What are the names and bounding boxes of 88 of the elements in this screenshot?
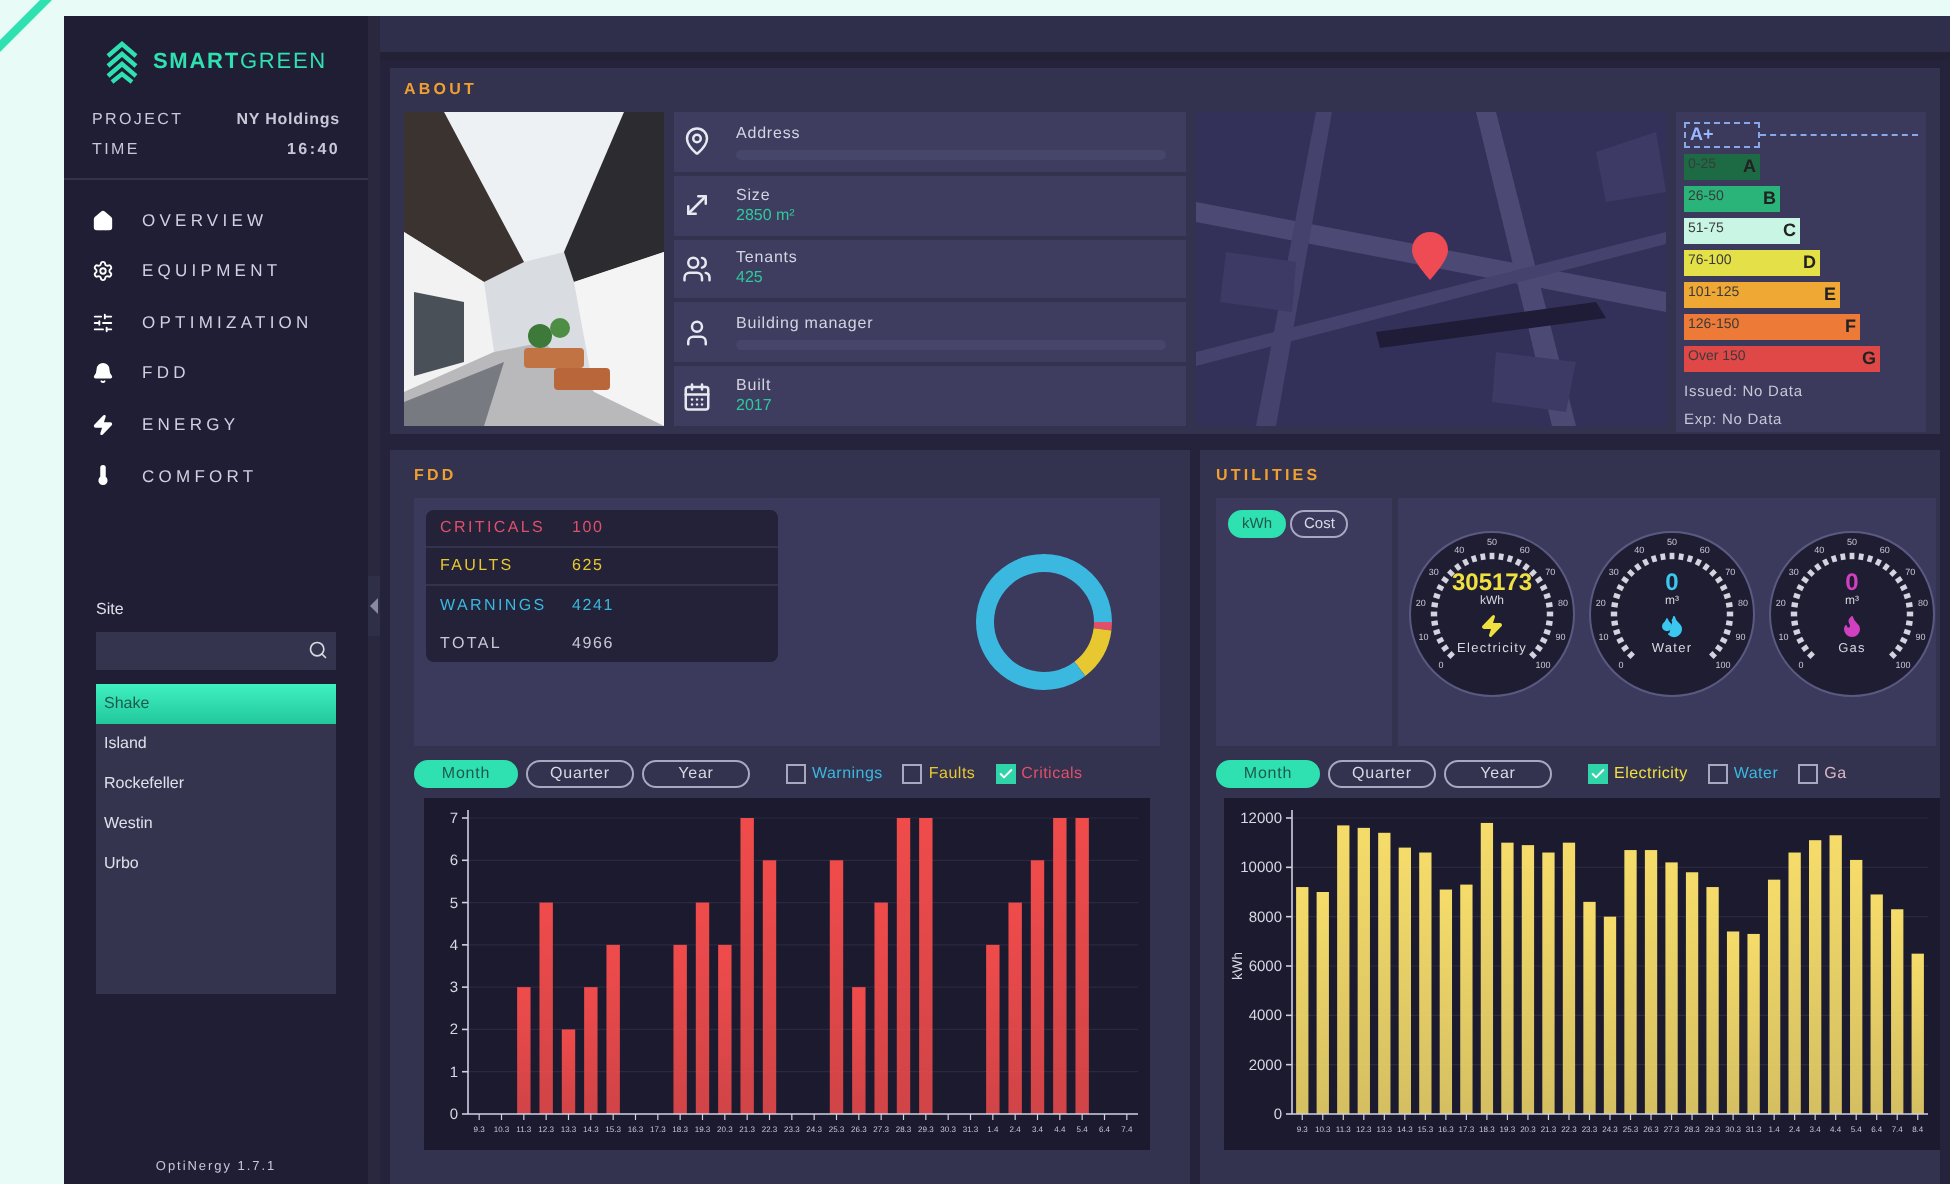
band-grade: G [1861,345,1876,372]
checkbox[interactable] [902,764,923,784]
site-item[interactable]: Island [96,723,336,764]
stat-label: CRITICALS [440,516,548,540]
site-item[interactable]: Westin [96,803,336,844]
search-icon [308,640,328,661]
stat-label: TOTAL [440,631,505,655]
collapse-handle[interactable] [368,576,380,636]
band-grade: A [1743,153,1756,180]
info-value: 425 [736,268,765,289]
nav-item[interactable]: FDD [92,357,340,390]
bar [517,987,531,1114]
checkbox-label[interactable]: Faults [928,762,976,786]
lightning-icon [1480,614,1504,638]
flame-icon [1840,614,1864,638]
home-icon [92,209,114,231]
band-grade: D [1803,249,1816,276]
info-label: Size [736,185,773,206]
info-label: Building manager [736,314,876,335]
site-label: Site [96,597,126,622]
section-title: ABOUT [404,78,479,102]
stat-value: 100 [572,516,604,540]
checkbox-label[interactable]: Electricity [1614,762,1688,786]
location-pin-icon [682,126,712,157]
calendar-icon [682,381,712,412]
period-tab[interactable]: Quarter [526,760,634,788]
checkbox-label[interactable]: Water [1733,762,1779,786]
bar [561,1029,576,1114]
time-label: TIME [92,138,142,162]
nav-item[interactable]: COMFORT [92,459,340,492]
section-title: FDD [414,464,459,488]
nav-item[interactable]: ENERGY [92,408,340,441]
sliders-icon [92,311,114,334]
logo-text: SMARTGREEN [152,47,328,78]
period-tab[interactable]: Month [1216,760,1320,788]
diagonal-arrows-icon [682,190,712,221]
person-icon [682,317,712,348]
bar [852,987,866,1114]
current-grade: A+ [1684,122,1760,148]
site-search-field[interactable] [96,631,336,670]
stat-value: 4966 [572,631,614,655]
people-icon [682,253,712,284]
info-label: Tenants [736,248,800,269]
stat-label: WARNINGS [440,593,549,617]
check-icon [997,766,1014,782]
checkbox[interactable] [1798,764,1819,784]
logo-icon [104,40,141,84]
site-item[interactable]: Rockefeller [96,763,336,804]
site-item[interactable]: Urbo [96,843,336,884]
info-label: Address [736,123,803,144]
time-value: 16:40 [285,138,340,162]
band-grade: F [1845,313,1856,340]
gauge-value: 305173 [1451,570,1533,596]
site-item[interactable]: Shake [96,683,336,724]
lightning-icon [92,413,114,436]
project-value: NY Holdings [234,108,340,132]
checkbox[interactable] [1588,764,1608,784]
section-title: UTILITIES [1216,464,1323,488]
info-value: 2850 m² [736,205,797,226]
stat-label: FAULTS [440,554,516,578]
info-label: Built [736,376,774,397]
bar [584,987,598,1114]
bell-icon [92,362,114,385]
nav-item[interactable]: EQUIPMENT [92,255,340,288]
checkbox[interactable] [786,764,806,784]
gauge-value: 0 [1665,570,1679,596]
checkbox[interactable] [1707,764,1728,784]
droplets-icon [1660,614,1684,638]
info-value: 2017 [736,396,774,417]
stat-value: 625 [572,554,604,578]
band-grade: B [1763,185,1776,212]
period-tab[interactable]: Quarter [1328,760,1436,788]
gear-icon [92,260,114,283]
corner-stripe-drawing [0,0,52,52]
checkbox[interactable] [995,764,1016,784]
period-tab[interactable]: Month [414,760,518,788]
nav-item[interactable]: OVERVIEW [92,204,340,236]
checkbox-label[interactable]: Warnings [812,762,883,786]
gauge-value: 0 [1845,570,1859,596]
stat-value: 4241 [572,593,614,617]
band-grade: C [1783,217,1796,244]
period-tab[interactable]: Year [1444,760,1552,788]
checkbox-label[interactable]: Ga [1824,762,1847,786]
period-tab[interactable]: Year [642,760,750,788]
project-label: PROJECT [92,108,184,132]
nav-item[interactable]: OPTIMIZATION [92,306,340,339]
check-icon [1590,766,1606,782]
band-grade: E [1823,281,1836,308]
